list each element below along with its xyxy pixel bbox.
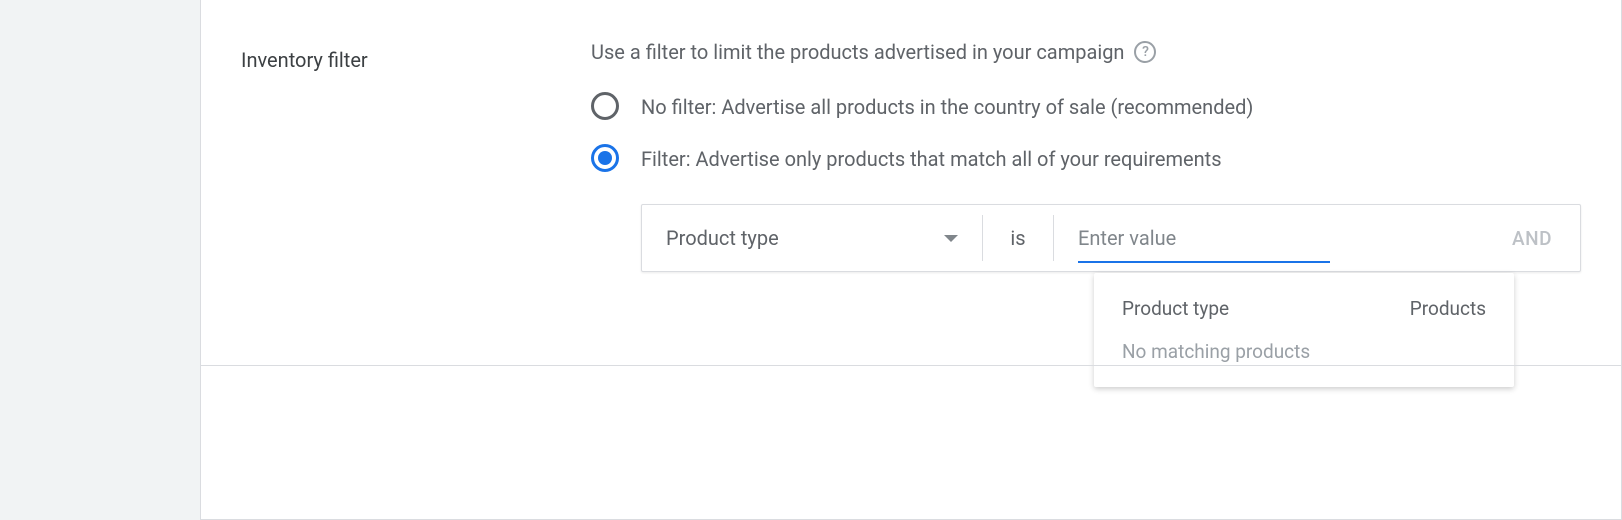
- filter-field-value: Product type: [666, 226, 779, 250]
- filter-value-input[interactable]: [1078, 218, 1330, 258]
- section-body: Use a filter to limit the products adver…: [591, 40, 1581, 272]
- radio-filter-label: Filter: Advertise only products that mat…: [641, 145, 1222, 171]
- radio-filter[interactable]: Filter: Advertise only products that mat…: [591, 144, 1581, 172]
- dropdown-header: Product type Products: [1122, 297, 1486, 320]
- inventory-filter-section: Inventory filter Use a filter to limit t…: [201, 0, 1621, 272]
- help-icon[interactable]: ?: [1134, 41, 1156, 63]
- value-dropdown-panel: Product type Products No matching produc…: [1094, 273, 1514, 387]
- dropdown-col-products: Products: [1410, 297, 1486, 320]
- chevron-down-icon: [944, 235, 958, 242]
- section-title: Inventory filter: [241, 40, 591, 272]
- section-description-row: Use a filter to limit the products adver…: [591, 40, 1581, 64]
- section-divider: [201, 365, 1621, 366]
- radio-unchecked-icon: [591, 92, 619, 120]
- dropdown-empty-message: No matching products: [1122, 340, 1486, 363]
- section-description: Use a filter to limit the products adver…: [591, 40, 1124, 64]
- and-button[interactable]: AND: [1354, 205, 1580, 271]
- radio-no-filter-label: No filter: Advertise all products in the…: [641, 93, 1253, 119]
- filter-field-select[interactable]: Product type: [642, 205, 982, 271]
- dropdown-col-type: Product type: [1122, 297, 1229, 320]
- filter-operator: is: [983, 205, 1053, 271]
- settings-card: Inventory filter Use a filter to limit t…: [200, 0, 1622, 520]
- filter-builder-row: Product type is AND Product type Product…: [641, 204, 1581, 272]
- radio-no-filter[interactable]: No filter: Advertise all products in the…: [591, 92, 1581, 120]
- input-focus-underline: [1078, 261, 1330, 263]
- filter-value-wrap: [1054, 205, 1354, 271]
- radio-checked-icon: [591, 144, 619, 172]
